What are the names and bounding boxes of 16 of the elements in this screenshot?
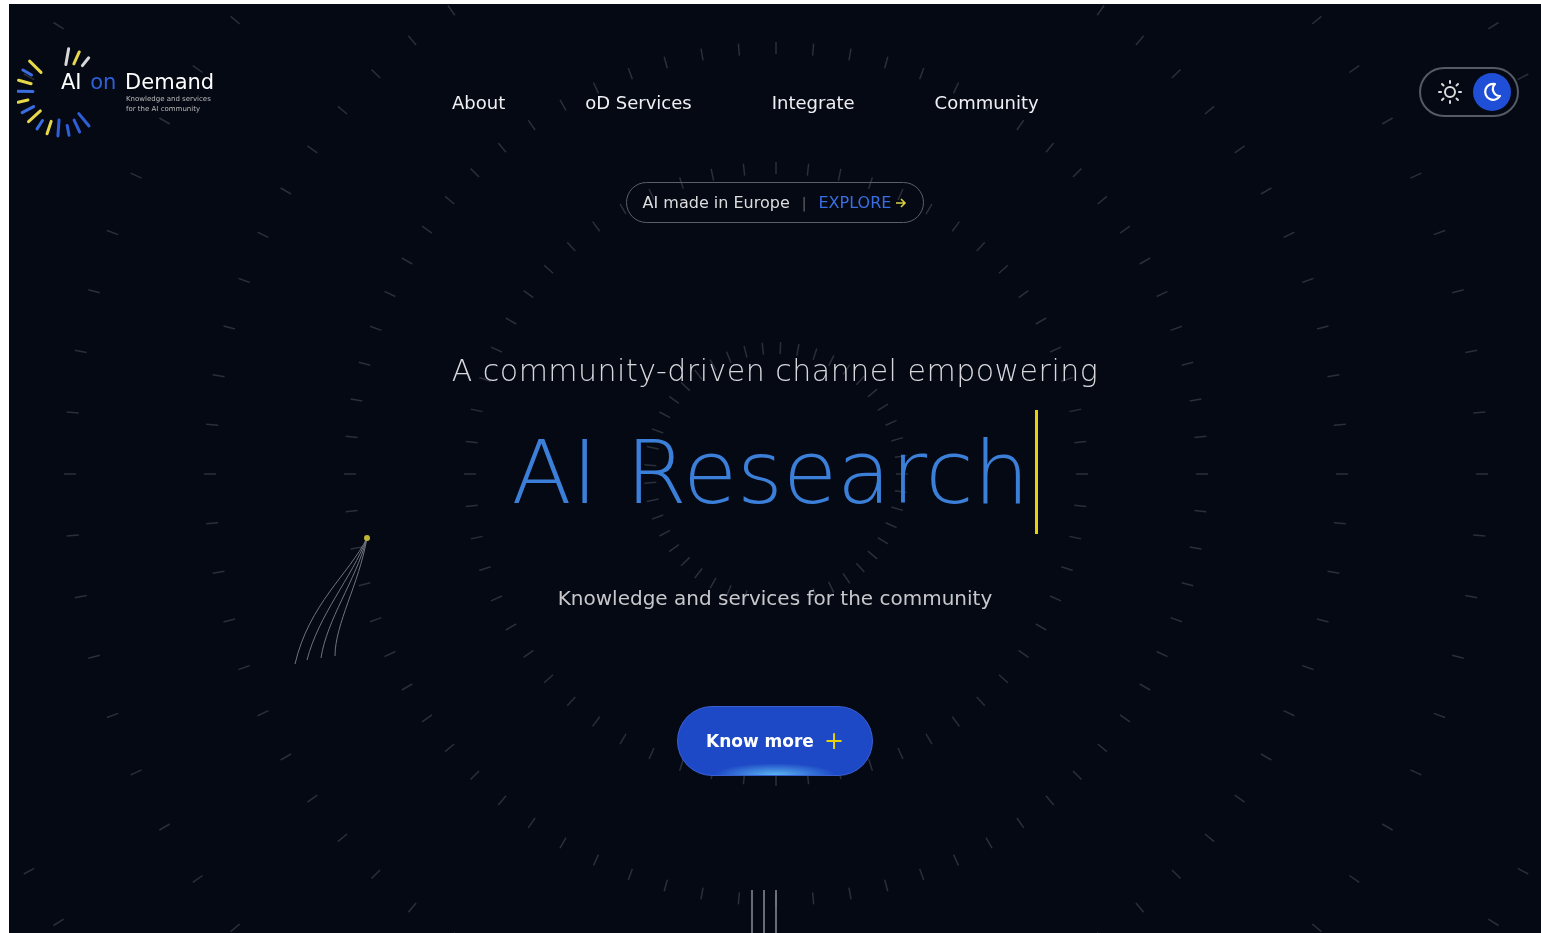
nav-link[interactable]: Community [934,91,1039,113]
hero-headline: AI Research [511,420,1030,524]
nav-link[interactable]: About [452,91,506,113]
nav-link[interactable]: Integrate [771,91,855,113]
know-more-button[interactable]: Know more + [677,706,873,776]
nav-link[interactable]: oD Services [585,91,692,113]
hero-subtitle: Knowledge and services for the community [557,586,993,610]
theme-toggle[interactable] [1419,67,1519,117]
moon-icon[interactable] [1473,73,1511,111]
hero-lead: A community-driven channel empowering [451,353,1099,388]
explore-link[interactable]: EXPLORE [818,193,908,212]
logo-title: AI on Demand [61,70,215,94]
separator: | [801,194,807,211]
vertical-lines-drawing [751,889,777,933]
announcement-text: AI made in Europe [642,193,790,212]
arrow-icon [895,196,908,209]
